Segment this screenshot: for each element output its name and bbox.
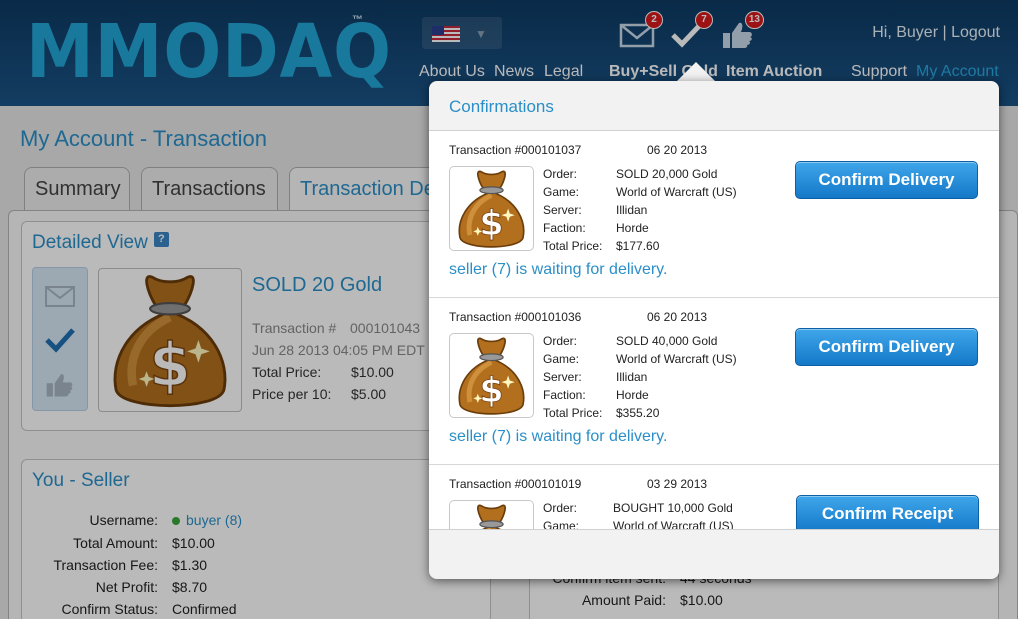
total-price-value: $177.60 (616, 239, 660, 253)
server-value: Illidan (616, 370, 648, 384)
order-label: Order: (543, 501, 578, 515)
order-label: Order: (543, 334, 578, 348)
money-bag-icon (449, 500, 534, 529)
transaction-date: 06 20 2013 (647, 143, 708, 157)
total-price-value: $355.20 (616, 406, 660, 420)
list-item: Transaction #000101019 03 29 2013 Order:… (429, 465, 999, 530)
server-label: Server: (543, 370, 582, 384)
server-label: Server: (543, 203, 582, 217)
status-message: seller (7) is waiting for delivery. (449, 261, 668, 278)
faction-label: Faction: (543, 221, 586, 235)
status-message: seller (7) is waiting for delivery. (449, 428, 668, 445)
server-value: Illidan (616, 203, 648, 217)
transaction-date: 03 29 2013 (647, 477, 708, 491)
popup-title: Confirmations (449, 97, 554, 116)
faction-value: Horde (616, 388, 649, 402)
faction-label: Faction: (543, 388, 586, 402)
game-value: World of Warcraft (US) (616, 185, 737, 199)
total-price-label: Total Price: (543, 406, 603, 420)
confirmations-popup: Confirmations Transaction #000101037 06 … (429, 81, 999, 579)
transaction-id: Transaction #000101019 (449, 477, 582, 491)
confirmations-list[interactable]: Transaction #000101037 06 20 2013 Order:… (429, 130, 999, 530)
order-value: SOLD 40,000 Gold (616, 334, 718, 348)
money-bag-icon (449, 333, 534, 418)
list-item: Transaction #000101037 06 20 2013 Order:… (429, 131, 999, 298)
game-label: Game: (543, 352, 580, 366)
order-label: Order: (543, 167, 578, 181)
list-item: Transaction #000101036 06 20 2013 Order:… (429, 298, 999, 465)
popup-caret (676, 62, 716, 82)
confirm-delivery-button[interactable]: Confirm Delivery (795, 328, 978, 366)
order-value: SOLD 20,000 Gold (616, 167, 718, 181)
confirm-delivery-button[interactable]: Confirm Delivery (795, 161, 978, 199)
transaction-id: Transaction #000101037 (449, 143, 582, 157)
transaction-id: Transaction #000101036 (449, 310, 582, 324)
order-value: BOUGHT 10,000 Gold (613, 501, 733, 515)
confirm-receipt-button[interactable]: Confirm Receipt (796, 495, 979, 529)
game-value: World of Warcraft (US) (616, 352, 737, 366)
money-bag-icon (449, 166, 534, 251)
game-value: World of Warcraft (US) (613, 519, 734, 530)
game-label: Game: (543, 185, 580, 199)
faction-value: Horde (616, 221, 649, 235)
total-price-label: Total Price: (543, 239, 603, 253)
game-label: Game: (543, 519, 580, 530)
transaction-date: 06 20 2013 (647, 310, 708, 324)
